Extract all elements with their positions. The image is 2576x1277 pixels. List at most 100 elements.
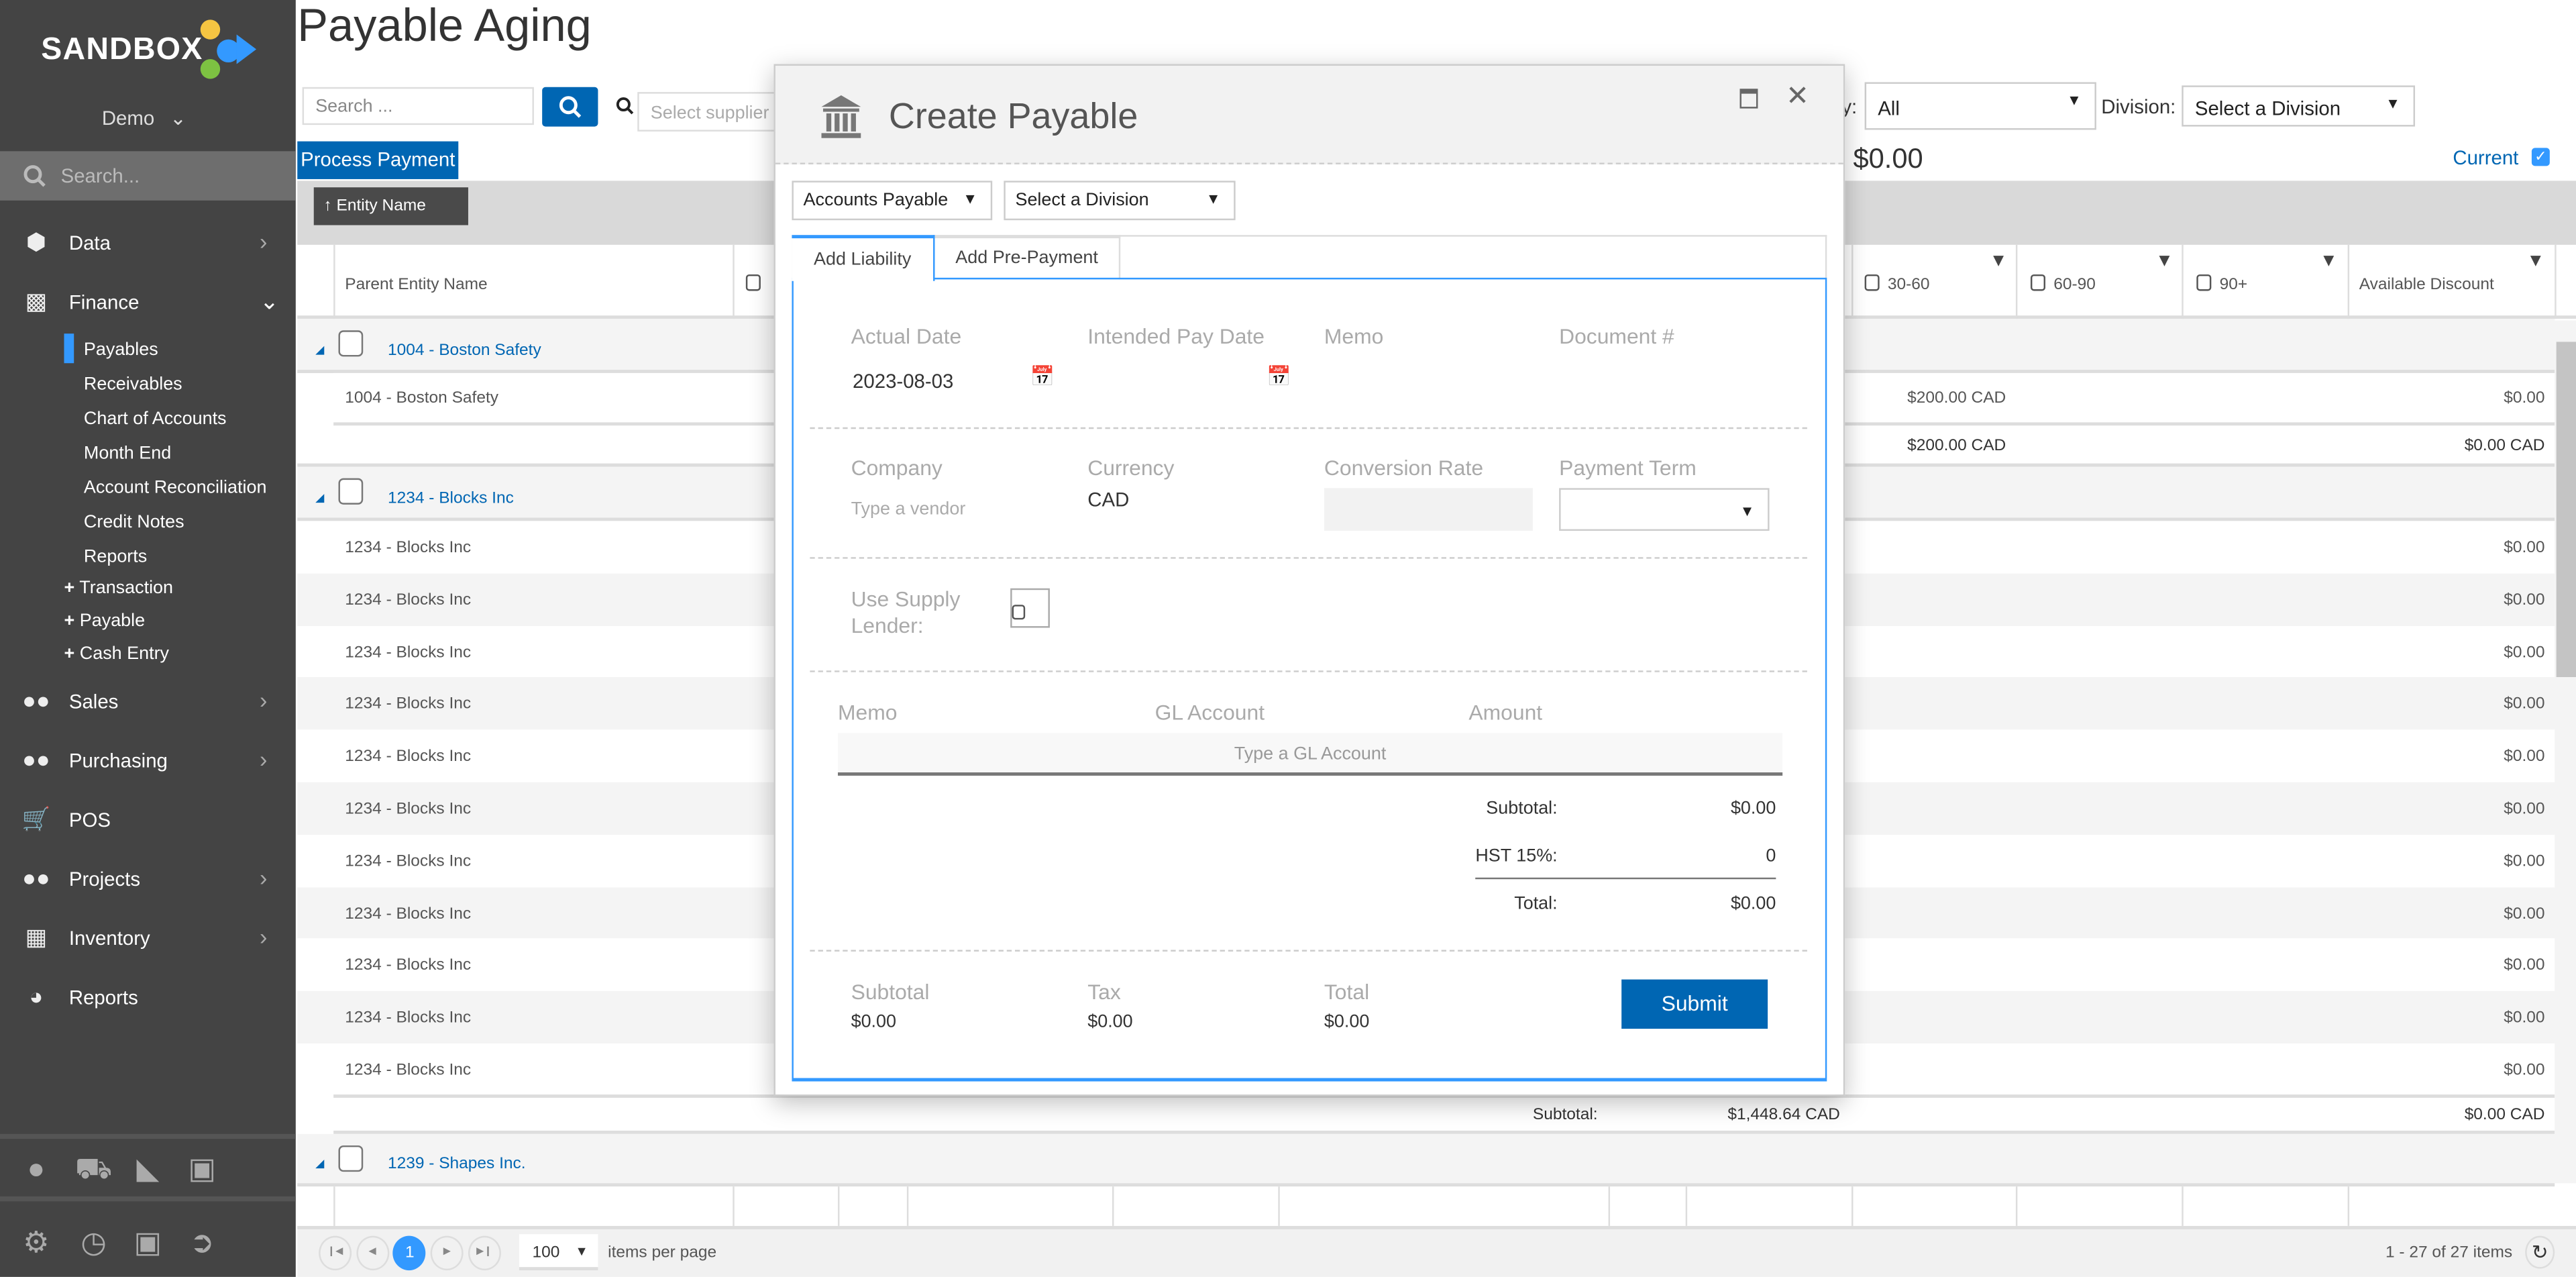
sidebar-sub-payables[interactable]: Payables xyxy=(84,340,158,360)
add-label: Payable xyxy=(79,611,146,631)
tab-add-liability[interactable]: Add Liability xyxy=(792,235,935,281)
sidebar-item-inventory[interactable]: ▦ Inventory › xyxy=(0,919,296,958)
filter-icon[interactable]: ▼ xyxy=(1990,252,2008,271)
money-icon: ▩ xyxy=(25,287,48,314)
users-icon[interactable]: ● xyxy=(16,1152,56,1186)
group-name[interactable]: 1234 - Blocks Inc xyxy=(388,489,514,507)
group-checkbox[interactable] xyxy=(338,1145,364,1172)
intended-pay-date-input[interactable] xyxy=(1087,362,1252,395)
process-payment-button[interactable]: Process Payment xyxy=(297,141,459,179)
sidebar-item-sales[interactable]: ●● Sales › xyxy=(0,682,296,721)
scrollbar-thumb[interactable] xyxy=(2556,342,2576,677)
discount-cell: $0.00 xyxy=(2504,1009,2545,1028)
archive-icon[interactable]: ▣ xyxy=(182,1152,222,1186)
gear-icon[interactable]: ⚙ xyxy=(16,1226,56,1260)
maximize-icon[interactable] xyxy=(1739,89,1758,109)
group-chip-entity-name[interactable]: ↑ Entity Name xyxy=(313,187,468,225)
sidebar-add-cash-entry[interactable]: + Cash Entry xyxy=(64,644,170,664)
search-placeholder: Search ... xyxy=(315,97,393,117)
sidebar-sub-account-reconciliation[interactable]: Account Reconciliation xyxy=(84,478,267,498)
col-header-available-discount[interactable]: Available Discount xyxy=(2359,276,2494,294)
modal-division-select[interactable]: Select a Division ▼ xyxy=(1004,181,1236,221)
sidebar-item-reports[interactable]: ◕ Reports xyxy=(0,978,296,1017)
group-checkbox[interactable] xyxy=(338,330,364,357)
group-name[interactable]: 1004 - Boston Safety xyxy=(388,341,541,359)
truck-icon[interactable]: ⛟ xyxy=(74,1152,113,1192)
search-button[interactable] xyxy=(542,87,598,127)
sidebar-add-payable[interactable]: + Payable xyxy=(64,611,146,631)
sign-out-icon[interactable]: ➲ xyxy=(182,1226,222,1260)
filter-select[interactable]: All ▼ xyxy=(1864,82,2096,130)
col-header-parent-entity[interactable]: Parent Entity Name xyxy=(345,276,487,294)
search-input[interactable]: Search ... xyxy=(302,87,534,125)
sidebar-item-finance[interactable]: ▩ Finance ⌄ xyxy=(0,283,296,322)
page-title: Payable Aging xyxy=(297,0,592,51)
col-header-60-90[interactable]: 60-90 xyxy=(2053,276,2096,294)
sidebar-search[interactable]: Search... xyxy=(0,151,296,201)
discount-cell: $0.00 xyxy=(2504,748,2545,766)
lock-icon[interactable]: ▣ xyxy=(128,1226,168,1260)
col-60-90-checkbox[interactable] xyxy=(2030,274,2046,291)
document-input[interactable] xyxy=(1559,362,1756,395)
col-header-30-60[interactable]: 30-60 xyxy=(1888,276,1930,294)
sidebar-add-transaction[interactable]: + Transaction xyxy=(64,578,174,598)
col-checkbox[interactable] xyxy=(745,274,761,291)
col-90-plus-checkbox[interactable] xyxy=(2196,274,2212,291)
column-divider xyxy=(333,1186,335,1226)
expand-toggle-icon[interactable]: ◢ xyxy=(315,491,324,503)
sidebar-item-pos[interactable]: 🛒 POS xyxy=(0,801,296,840)
next-page-button[interactable]: ▶ xyxy=(430,1235,464,1271)
users-icon: ●● xyxy=(22,686,50,713)
tab-add-pre-payment[interactable]: Add Pre-Payment xyxy=(934,235,1121,280)
account-select[interactable]: Accounts Payable ▼ xyxy=(792,181,993,221)
filter-icon[interactable]: ▼ xyxy=(2155,252,2174,271)
calendar-icon[interactable]: 📅 xyxy=(1030,365,1055,388)
supply-lender-checkbox[interactable] xyxy=(1010,588,1050,628)
memo-input[interactable] xyxy=(1324,362,1521,395)
page-size-value: 100 xyxy=(532,1243,560,1262)
close-icon[interactable]: ✕ xyxy=(1786,81,1809,113)
current-checkbox[interactable]: ✓ xyxy=(2531,148,2550,166)
actual-date-input[interactable]: 2023-08-03 xyxy=(853,370,953,393)
prev-page-button[interactable]: ◀ xyxy=(356,1235,389,1271)
clock-icon[interactable]: ◷ xyxy=(74,1226,113,1260)
company-input[interactable]: Type a vendor xyxy=(851,499,966,519)
col-30-60-checkbox[interactable] xyxy=(1864,274,1880,291)
footer-subtotal-value: $0.00 xyxy=(851,1012,897,1032)
sidebar-item-purchasing[interactable]: ●● Purchasing › xyxy=(0,741,296,780)
first-page-button[interactable]: ❙◀ xyxy=(319,1235,352,1271)
expand-toggle-icon[interactable]: ◢ xyxy=(315,1157,324,1170)
pie-chart-icon: ◕ xyxy=(29,982,44,1009)
factory-icon[interactable]: ◣ xyxy=(128,1152,168,1186)
conversion-rate-input[interactable] xyxy=(1324,488,1533,531)
entity-cell: 1234 - Blocks Inc xyxy=(345,591,472,610)
page-size-select[interactable]: 100 ▼ xyxy=(519,1234,598,1271)
refresh-icon[interactable]: ↻ xyxy=(2525,1235,2555,1269)
payment-term-select[interactable]: ▼ xyxy=(1559,488,1770,531)
nav-label: Inventory xyxy=(68,927,150,950)
calendar-icon[interactable]: 📅 xyxy=(1267,365,1291,388)
filter-icon[interactable]: ▼ xyxy=(2527,252,2545,271)
expand-toggle-icon[interactable]: ◢ xyxy=(315,343,324,356)
org-switcher[interactable]: Demo ⌄ xyxy=(102,107,186,130)
sidebar-sub-receivables[interactable]: Receivables xyxy=(84,374,182,394)
dropdown-arrow-icon: ▼ xyxy=(2067,92,2082,109)
col-header-90-plus[interactable]: 90+ xyxy=(2220,276,2248,294)
scrollbar[interactable] xyxy=(2555,320,2576,1184)
group-name[interactable]: 1239 - Shapes Inc. xyxy=(388,1156,526,1174)
group-checkbox[interactable] xyxy=(338,478,364,505)
sidebar-sub-credit-notes[interactable]: Credit Notes xyxy=(84,513,184,532)
entity-cell: 1234 - Blocks Inc xyxy=(345,852,472,871)
sidebar-item-data[interactable]: ⬢ Data › xyxy=(0,223,296,263)
sidebar-sub-reports[interactable]: Reports xyxy=(84,548,147,567)
dropdown-arrow-icon: ▼ xyxy=(1205,191,1221,207)
filter-icon[interactable]: ▼ xyxy=(2320,252,2338,271)
gl-account-input[interactable]: Type a GL Account xyxy=(837,733,1783,776)
sidebar-item-projects[interactable]: ●● Projects › xyxy=(0,860,296,899)
submit-button[interactable]: Submit xyxy=(1621,979,1768,1029)
last-page-button[interactable]: ▶❙ xyxy=(468,1235,501,1271)
hst-value[interactable]: 0 xyxy=(1611,846,1776,866)
sidebar-sub-chart-of-accounts[interactable]: Chart of Accounts xyxy=(84,409,227,429)
division-select[interactable]: Select a Division ▼ xyxy=(2182,85,2416,127)
sidebar-sub-month-end[interactable]: Month End xyxy=(84,444,171,463)
